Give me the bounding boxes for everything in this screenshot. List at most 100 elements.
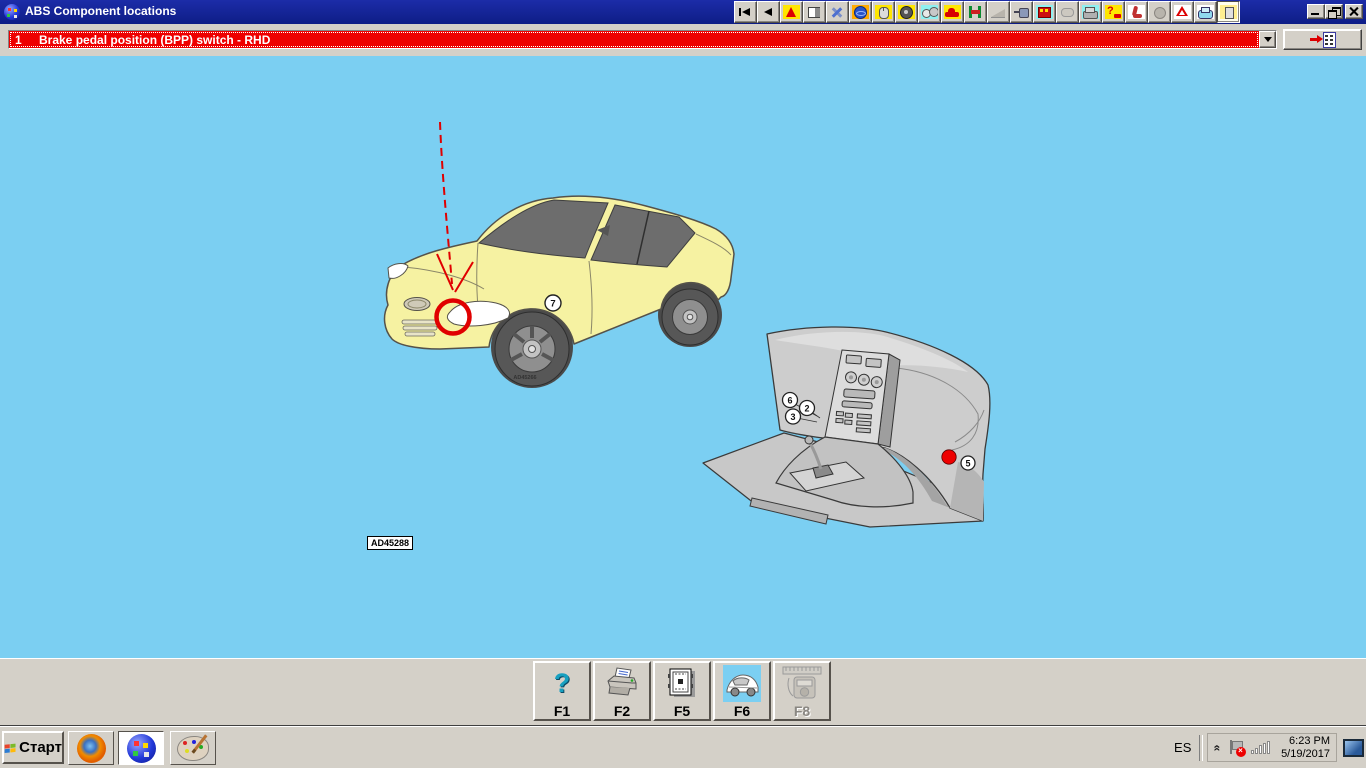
ramp-icon [990, 5, 1007, 19]
go-back-icon [760, 5, 777, 19]
print-button-f2[interactable]: F2 [593, 661, 651, 721]
error-badge-icon [1236, 747, 1246, 757]
figure-code-interior: AD45288 [367, 536, 413, 550]
callout-7: 7 [545, 295, 561, 311]
component-dropdown[interactable]: 1 Brake pedal position (BPP) switch - RH… [8, 30, 1277, 49]
car-diagram-icon [723, 663, 761, 703]
go-first-icon [737, 5, 754, 19]
component-selector-row: 1 Brake pedal position (BPP) switch - RH… [0, 24, 1366, 57]
pinout-button-f5[interactable]: F5 [653, 661, 711, 721]
shifter-knob [805, 436, 813, 444]
go-first-button[interactable] [734, 1, 757, 23]
tray-date: 5/19/2017 [1281, 748, 1330, 760]
system-tray: ES « 6:23 PM 5/19/2017 [1166, 730, 1364, 765]
vehicle-help-button[interactable] [1102, 1, 1125, 23]
code-reader-button[interactable] [1033, 1, 1056, 23]
callout-3: 3 [786, 409, 801, 424]
connector-icon [1013, 5, 1030, 19]
abs-button[interactable] [1171, 1, 1194, 23]
close-button[interactable] [1345, 4, 1363, 19]
multimeter-button-f8: F8 [773, 661, 831, 721]
web-button[interactable] [849, 1, 872, 23]
diagram-canvas: 7 AD45266 [0, 56, 1366, 658]
firefox-icon [77, 734, 106, 763]
tools-icon [829, 5, 846, 19]
wheel-button[interactable] [895, 1, 918, 23]
locations-button-f6[interactable]: F6 [713, 661, 771, 721]
function-bar: ? F1 F2 [0, 658, 1366, 726]
help-button-f1[interactable]: ? F1 [533, 661, 591, 721]
red-vehicle-icon [944, 5, 961, 19]
language-indicator[interactable]: ES [1166, 740, 1199, 755]
start-label: Старт [19, 739, 62, 756]
svg-text:7: 7 [550, 299, 555, 310]
tray-clock[interactable]: 6:23 PM 5/19/2017 [1281, 735, 1330, 761]
restore-button[interactable] [1325, 4, 1343, 19]
seat-icon [1128, 5, 1145, 19]
palette-icon [177, 736, 209, 761]
alert-flag-icon[interactable] [1228, 740, 1244, 755]
red-vehicle-button[interactable] [941, 1, 964, 23]
multimeter-icon [781, 663, 823, 703]
tray-divider [1199, 735, 1203, 761]
wheel-icon [898, 5, 915, 19]
status-button [1148, 1, 1171, 23]
show-desktop-button[interactable] [1343, 739, 1364, 757]
vehicle-diagram-button[interactable] [1194, 1, 1217, 23]
connector-button[interactable] [1010, 1, 1033, 23]
vehicle-lift-icon [967, 5, 984, 19]
warning-icon [783, 5, 800, 19]
window-title: ABS Component locations [25, 4, 176, 18]
tray-time: 6:23 PM [1289, 735, 1330, 747]
callout-2: 2 [800, 401, 815, 416]
tools-button[interactable] [826, 1, 849, 23]
mouse-icon [875, 5, 892, 19]
blank-icon [1059, 5, 1076, 19]
printer-icon [604, 663, 640, 703]
vehicle-diagram-icon [1197, 5, 1214, 19]
grille-slats [402, 320, 438, 336]
svg-text:6: 6 [787, 396, 792, 406]
app-taskbar-button[interactable] [118, 731, 164, 765]
paint-taskbar-button[interactable] [170, 731, 216, 765]
signal-strength-icon[interactable] [1251, 741, 1270, 754]
title-bar: ABS Component locations [0, 0, 1366, 24]
vehicle-service-button[interactable] [1079, 1, 1102, 23]
ramp-button [987, 1, 1010, 23]
firefox-taskbar-button[interactable] [68, 731, 114, 765]
vehicle-help-icon [1105, 5, 1122, 19]
jump-to-document-icon [1310, 32, 1336, 47]
go-back-button[interactable] [757, 1, 780, 23]
application-window: ABS Component locations [0, 0, 1366, 768]
windows-logo-icon [4, 740, 16, 756]
seat-button[interactable] [1125, 1, 1148, 23]
window-controls [1307, 4, 1363, 19]
code-reader-icon [1036, 5, 1053, 19]
dropdown-arrow-button[interactable] [1259, 31, 1276, 48]
selected-component-label: Brake pedal position (BPP) switch - RHD [39, 33, 270, 47]
mouse-button[interactable] [872, 1, 895, 23]
chevron-up-icon[interactable]: « [1211, 744, 1225, 751]
globe-icon [852, 5, 869, 19]
app-disc-icon [127, 734, 156, 763]
module-icon [1220, 5, 1237, 19]
app-icon [4, 4, 20, 20]
report-button[interactable] [803, 1, 826, 23]
question-mark-icon: ? [554, 668, 571, 699]
abs-warning-icon [1174, 5, 1191, 19]
open-document-button[interactable] [1283, 29, 1362, 50]
gauges-icon [921, 5, 938, 19]
callout-6: 6 [783, 393, 798, 408]
warning-button[interactable] [780, 1, 803, 23]
start-button[interactable]: Старт [2, 731, 64, 764]
vehicle-service-icon [1082, 5, 1099, 19]
caption-toolbar [734, 1, 1240, 23]
minimize-button[interactable] [1307, 4, 1325, 19]
chevron-down-icon [1264, 37, 1272, 42]
dropdown-selection[interactable]: 1 Brake pedal position (BPP) switch - RH… [9, 31, 1259, 48]
vehicle-lift-button[interactable] [964, 1, 987, 23]
status-circle-icon [1151, 5, 1168, 19]
gauges-button[interactable] [918, 1, 941, 23]
figure-code-vehicle: AD45266 [513, 375, 536, 381]
module-button[interactable] [1217, 1, 1240, 23]
